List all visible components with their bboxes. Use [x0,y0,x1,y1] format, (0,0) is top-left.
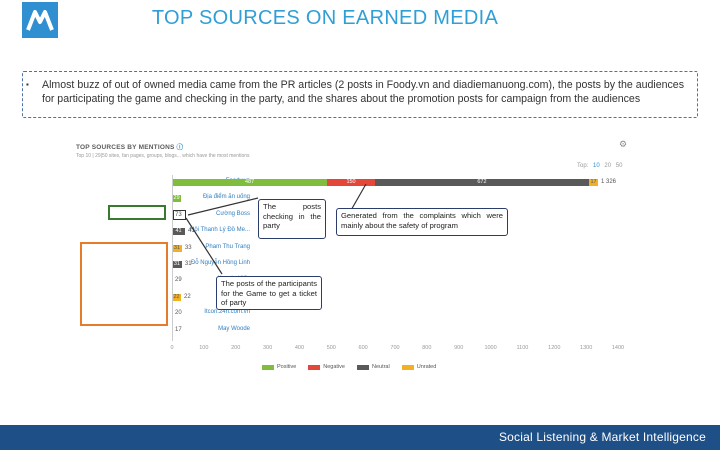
chart-category-label[interactable]: Cường Boss [216,211,250,217]
callout-game: The posts of the participants for the Ga… [216,276,322,310]
chart-category-label[interactable]: Đỗ Nguyễn Hồng Linh [191,260,250,266]
chart-category-label[interactable]: Hội Thanh Lý Đồ Me... [190,227,250,233]
chart-total-label: 31 [184,261,192,267]
highlight-box-small [173,210,186,220]
chart-x-tick: 400 [294,345,305,351]
legend-item-positive[interactable]: Positive [262,364,296,370]
chart-total-label: 22 [184,293,191,300]
chart-y-axis [172,175,173,341]
chart-total-label: 33 [184,244,192,251]
top-label: Top: [577,163,589,169]
legend-item-negative[interactable]: Negative [308,364,345,370]
chart-category-label[interactable]: Pham Thu Trang [205,244,250,250]
chart-x-tick: 800 [422,345,432,351]
chart-x-tick: 900 [454,345,464,351]
chart-bar-neutral[interactable]: 41 [172,228,186,236]
callout-complaints: Generated from the complaints which were… [336,208,508,236]
bullet-marker: ▪ [26,80,29,89]
chart-total-label: 20 [175,310,182,317]
page-title: TOP SOURCES ON EARNED MEDIA [151,7,499,29]
chart-bar-unrated[interactable]: 31 [172,244,182,252]
highlight-box-green [108,205,166,220]
chart-bar-negative[interactable]: 150 [327,179,375,186]
chart-total-label: 1 326 [601,179,617,185]
chart-total-label: 17 [175,326,182,333]
callout-checkin: The posts checking in the party [258,199,326,239]
panel-subtitle: Top 10 | 29|50 sites, fan pages, groups,… [76,153,250,159]
chart-bar-neutral[interactable]: 672 [374,179,589,186]
chart-category-label[interactable]: Itcon.24h.com.vn [204,309,250,315]
chart-category-label[interactable]: May Woode [218,326,250,332]
chart-x-tick: 0 [170,345,174,351]
chart-x-tick: 500 [326,345,336,351]
chart-x-tick: 600 [358,345,368,351]
chart-bar-unrated[interactable]: 17 [589,179,598,186]
chart-x-tick: 1000 [484,345,497,351]
chart-bar-neutral[interactable]: 31 [172,261,182,268]
chart-x-tick: 1400 [611,345,625,351]
top-option-50[interactable]: 50 [616,163,623,169]
top-option-10[interactable]: 10 [593,163,600,169]
footer-bar: Social Listening & Market Intelligence [0,425,720,450]
chart-x-tick: 1100 [516,345,529,351]
chart-legend: Positive Negative Neutral Unrated [262,364,436,370]
summary-text: Almost buzz of out of owned media came f… [42,79,684,106]
legend-item-neutral[interactable]: Neutral [356,364,390,370]
highlight-box-orange [80,242,168,326]
chart-x-tick: 300 [262,345,273,351]
chart-total-label: 29 [175,277,182,284]
chart-x-tick: 700 [390,345,400,351]
gear-icon[interactable]: ⚙ [619,139,627,150]
chart-bar-positive[interactable]: 487 [172,179,328,186]
top-selector: Top: 10 20 50 [574,163,622,169]
chart-x-tick: 200 [231,345,241,351]
chart-bar-unrated[interactable]: 22 [172,293,181,301]
chart-category-label[interactable]: Địa điểm ăn uống [203,194,250,200]
chart-x-tick: 100 [199,345,209,351]
chart-x-tick: 1300 [580,345,593,351]
chart-bar-positive[interactable]: 29 [172,195,182,203]
legend-item-unrated[interactable]: Unrated [401,364,436,370]
top-option-20[interactable]: 20 [604,163,611,169]
panel-title: TOP SOURCES BY MENTIONS ⓘ [76,144,184,151]
chart-x-tick: 1200 [548,345,561,351]
footer-text: Social Listening & Market Intelligence [498,430,706,444]
chart-total-label: 41 [188,228,195,235]
